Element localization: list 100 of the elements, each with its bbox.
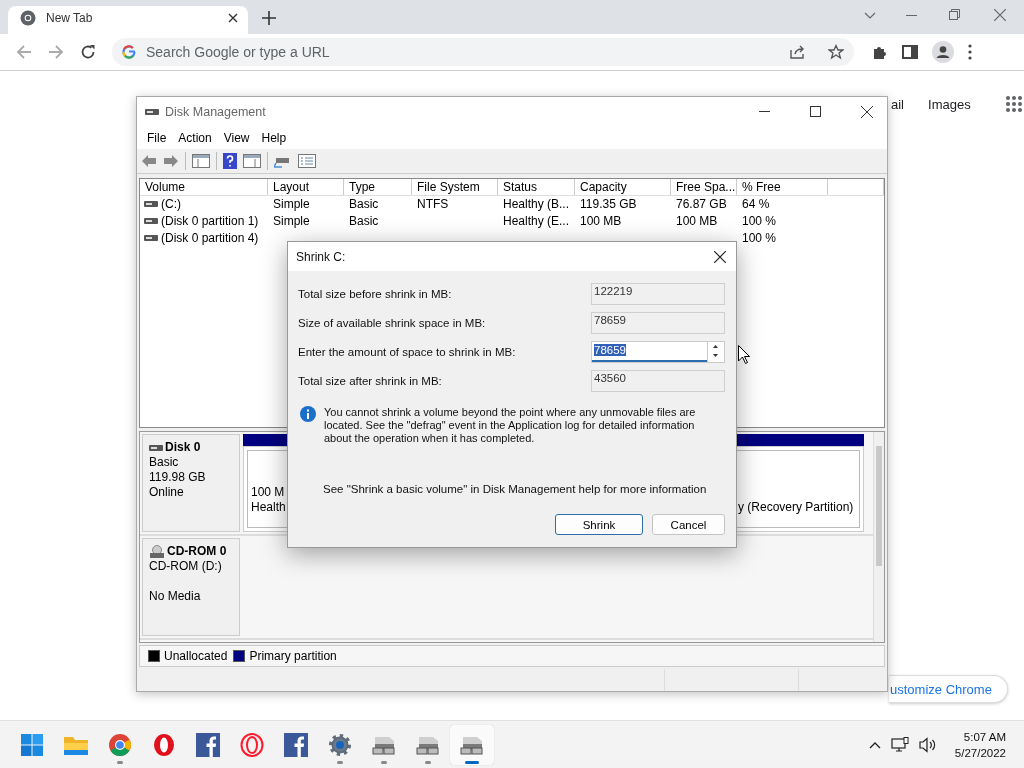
share-icon[interactable] bbox=[790, 45, 806, 59]
action-pane-icon[interactable] bbox=[243, 153, 261, 168]
table-cell-text: 76.87 GB bbox=[675, 197, 728, 212]
profile-icon[interactable] bbox=[932, 41, 954, 63]
star-icon[interactable] bbox=[828, 44, 844, 60]
disk-info: Online bbox=[149, 485, 185, 501]
new-tab-icon[interactable] bbox=[262, 11, 276, 25]
chevron-up-icon[interactable] bbox=[868, 740, 881, 749]
partition-info: 100 M bbox=[251, 485, 286, 501]
table-cell-text: NTFS bbox=[416, 197, 450, 212]
table-cell-text: 100 MB bbox=[675, 214, 719, 229]
readonly-field: 78659 bbox=[591, 312, 725, 334]
menu-item[interactable]: Action bbox=[172, 130, 218, 145]
social-app-icon[interactable] bbox=[196, 732, 220, 757]
column-header[interactable]: Capacity bbox=[575, 178, 671, 195]
close-icon[interactable] bbox=[228, 13, 238, 23]
social-app-icon[interactable] bbox=[284, 732, 308, 757]
browser-tab[interactable]: New Tab bbox=[8, 6, 248, 34]
disk-name: Disk 0 bbox=[165, 440, 201, 456]
readonly-field: 43560 bbox=[591, 370, 725, 392]
disk-info: Basic bbox=[149, 455, 180, 471]
table-cell-text: 64 % bbox=[741, 197, 771, 212]
table-cell-text: 100 % bbox=[741, 231, 778, 246]
partition-info: Health bbox=[251, 500, 287, 516]
ring-icon[interactable] bbox=[240, 732, 264, 757]
side-panel-icon[interactable] bbox=[902, 45, 918, 59]
start-icon[interactable] bbox=[20, 732, 44, 757]
readonly-field: 122219 bbox=[591, 283, 725, 305]
close-icon[interactable] bbox=[714, 250, 726, 263]
disk-info: 119.98 GB bbox=[149, 470, 207, 486]
menu-icon[interactable] bbox=[968, 44, 972, 60]
disk-info: No Media bbox=[149, 589, 202, 605]
reload-icon[interactable] bbox=[80, 44, 96, 60]
drive-icon bbox=[144, 200, 158, 209]
shrink-amount-field[interactable]: 78659 bbox=[591, 341, 725, 363]
dialog-button[interactable]: Shrink bbox=[555, 514, 643, 535]
drive-icon bbox=[144, 217, 158, 226]
partition-block[interactable]: 100 M Health bbox=[247, 450, 287, 529]
column-header[interactable]: % Free bbox=[737, 178, 828, 195]
disk-name: CD-ROM 0 bbox=[167, 544, 227, 560]
chevron-down-icon[interactable] bbox=[864, 12, 876, 20]
forward-arrow-icon[interactable] bbox=[163, 153, 179, 168]
table-cell-text: 119.35 GB bbox=[579, 197, 638, 212]
column-header[interactable]: Free Spa... bbox=[671, 178, 737, 195]
taskbar-button[interactable] bbox=[450, 724, 494, 765]
field-label: Size of available shrink space in MB: bbox=[298, 317, 487, 329]
menu-item[interactable]: Help bbox=[255, 130, 293, 145]
disk-label[interactable]: CD-ROM 0 CD-ROM (D:) No Media bbox=[142, 538, 240, 637]
search-engine-icon bbox=[122, 45, 136, 59]
close-icon[interactable] bbox=[861, 105, 873, 118]
table-cell-text: Basic bbox=[348, 214, 380, 229]
browser-icon bbox=[20, 10, 36, 26]
apps-grid-icon[interactable] bbox=[1004, 95, 1023, 113]
scrollbar[interactable] bbox=[873, 432, 884, 643]
customize-button[interactable]: ustomize Chrome bbox=[889, 675, 1008, 703]
column-header[interactable]: Type bbox=[344, 178, 412, 195]
ring-icon[interactable] bbox=[152, 732, 176, 757]
table-cell-text: Simple bbox=[272, 214, 311, 229]
time-text: 5:07 AM bbox=[963, 729, 1006, 745]
field-label: Total size before shrink in MB: bbox=[298, 288, 453, 300]
checklist-icon[interactable] bbox=[298, 153, 316, 168]
clock[interactable]: 5:07 AM 5/27/2022 bbox=[954, 728, 1006, 761]
column-header[interactable]: File System bbox=[412, 178, 498, 195]
help-icon[interactable] bbox=[223, 152, 237, 169]
volume-icon[interactable] bbox=[918, 736, 937, 753]
restore-icon[interactable] bbox=[949, 9, 960, 20]
network-icon[interactable] bbox=[890, 736, 909, 753]
table-cell-text: Healthy (E... bbox=[502, 214, 571, 229]
table-cell: (C:) bbox=[161, 197, 181, 212]
header-link[interactable]: Images bbox=[928, 96, 971, 112]
app-icon bbox=[145, 107, 159, 116]
disk-label[interactable]: Disk 0 Basic 119.98 GB Online bbox=[142, 434, 240, 533]
table-cell-text: Simple bbox=[272, 197, 311, 212]
browser-icon[interactable] bbox=[108, 732, 132, 757]
gear-icon[interactable] bbox=[328, 732, 352, 757]
tab-title: New Tab bbox=[46, 11, 94, 25]
back-arrow-icon[interactable] bbox=[141, 153, 157, 168]
table-cell-text: Basic bbox=[348, 197, 380, 212]
info-text: You cannot shrink a volume beyond the point where any unmovable files are located. See the "defrag" event in the Application log for detailed information about the operation when it has completed. bbox=[324, 406, 697, 445]
dialog-button[interactable]: Cancel bbox=[652, 514, 725, 535]
info-icon bbox=[300, 406, 316, 422]
column-header[interactable]: Volume bbox=[140, 178, 268, 195]
table-cell-text: Healthy (B... bbox=[502, 197, 571, 212]
header-link[interactable]: ail bbox=[891, 96, 904, 112]
field-label: Total size after shrink in MB: bbox=[298, 375, 443, 387]
column-header[interactable]: Status bbox=[498, 178, 575, 195]
disk-info: CD-ROM (D:) bbox=[149, 559, 223, 575]
table-cell-text: 100 MB bbox=[579, 214, 623, 229]
menu-item[interactable]: File bbox=[141, 130, 173, 145]
legend-label: Primary partition bbox=[249, 649, 337, 664]
column-header[interactable]: Layout bbox=[268, 178, 344, 195]
address-placeholder: Search Google or type a URL bbox=[146, 44, 331, 60]
console-tree-icon[interactable] bbox=[192, 153, 210, 168]
maximize-icon[interactable] bbox=[810, 106, 821, 118]
puzzle-icon[interactable] bbox=[872, 44, 888, 60]
date-text: 5/27/2022 bbox=[954, 745, 1006, 761]
menu-item[interactable]: View bbox=[217, 130, 256, 145]
cd-drive-icon bbox=[149, 544, 165, 559]
address-bar[interactable]: Search Google or type a URL bbox=[112, 38, 854, 66]
dialog-title: Shrink C: bbox=[296, 249, 346, 264]
